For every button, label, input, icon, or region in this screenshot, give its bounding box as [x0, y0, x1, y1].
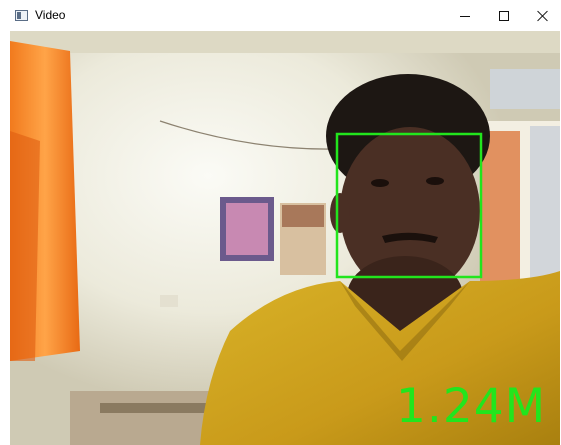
ceiling — [10, 31, 560, 53]
switch-board — [160, 295, 178, 307]
close-button[interactable] — [523, 0, 561, 31]
app-window-icon — [15, 10, 28, 21]
bandwidth-overlay-text: 1.24M — [396, 379, 547, 434]
left-curtain-shadow — [10, 131, 40, 361]
maximize-button[interactable] — [484, 0, 524, 31]
right-curtain — [480, 131, 520, 296]
minimize-icon — [460, 16, 470, 17]
person-eye-right — [426, 177, 444, 185]
title-bar[interactable]: Video — [0, 0, 561, 31]
calendar-top — [282, 205, 324, 227]
minimize-button[interactable] — [445, 0, 485, 31]
poster-left-inner — [226, 203, 268, 255]
person-eye-left — [371, 179, 389, 187]
right-curtain-2 — [530, 126, 560, 296]
window-title: Video — [35, 8, 66, 22]
close-icon — [537, 10, 549, 22]
maximize-icon — [499, 10, 509, 21]
ac-unit — [490, 69, 560, 109]
video-frame: 1.24M — [10, 31, 560, 445]
person-ear-left — [330, 193, 350, 233]
